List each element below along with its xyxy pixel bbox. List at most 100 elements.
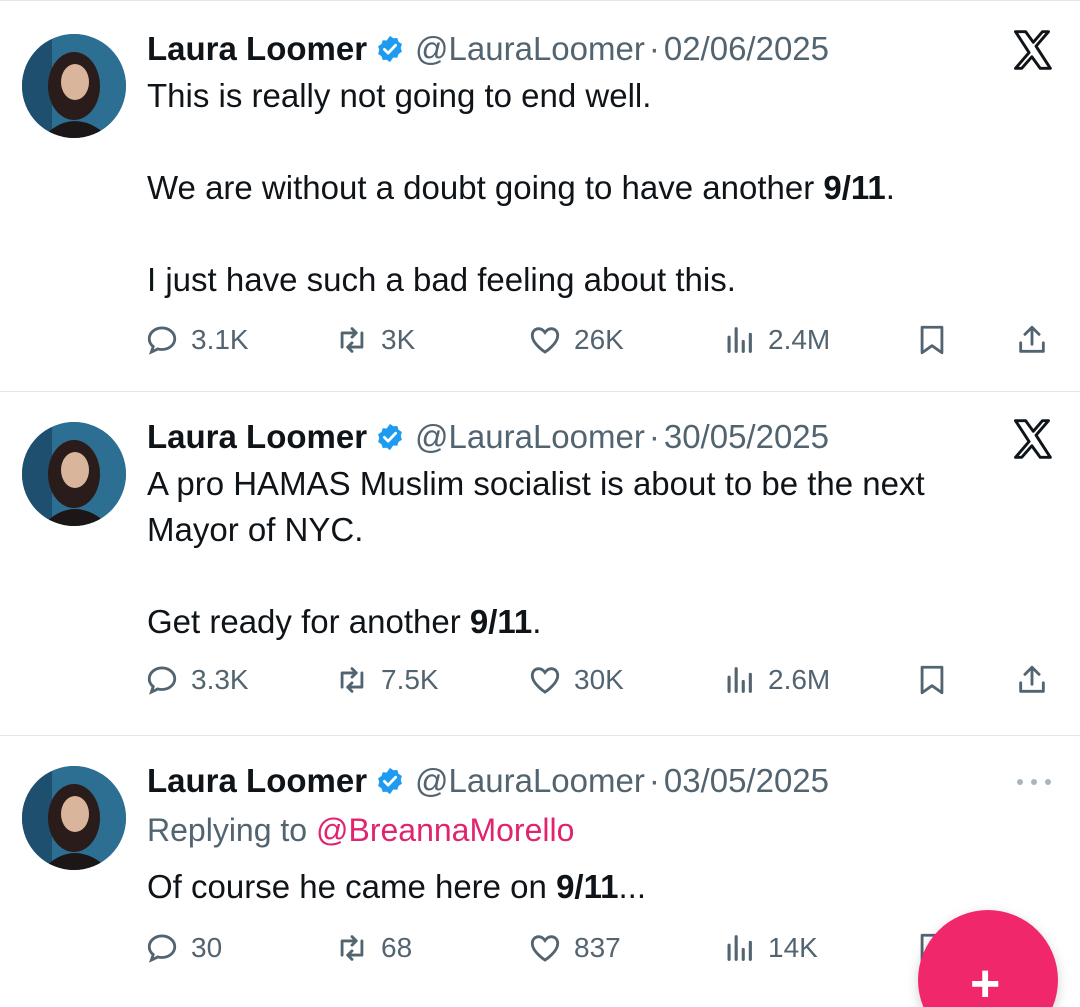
text-run: Of course he came here on [147, 868, 557, 905]
share-button[interactable] [1015, 658, 1049, 702]
like-count: 26K [574, 324, 624, 355]
tweet-feed: Laura Loomer @LauraLoomer · 02/06/2025 T… [0, 0, 1080, 1007]
reply-count: 3.3K [191, 664, 249, 695]
bookmark-icon [920, 325, 944, 355]
reply-mention-link[interactable]: @BreannaMorello [316, 812, 574, 848]
tweet-header: Laura Loomer @LauraLoomer · 03/05/2025 [147, 759, 970, 803]
reply-icon [147, 326, 177, 355]
text-run: . [532, 603, 542, 640]
author-handle[interactable]: @LauraLoomer [415, 30, 645, 68]
author-handle[interactable]: @LauraLoomer [415, 762, 645, 800]
tweet-header: Laura Loomer @LauraLoomer · 30/05/2025 [147, 415, 970, 459]
separator: · [648, 762, 660, 799]
verified-badge-icon [378, 767, 402, 795]
repost-button[interactable]: 68 [335, 926, 412, 970]
view-count: 14K [768, 932, 818, 963]
views-button[interactable]: 2.6M [722, 658, 830, 702]
views-button[interactable]: 14K [722, 926, 818, 970]
reply-button[interactable]: 3.1K [145, 318, 249, 362]
like-count: 30K [574, 664, 624, 695]
tweet-paragraph: This is really not going to end well. [147, 73, 1020, 119]
separator: · [648, 418, 660, 455]
tweet-date[interactable]: 30/05/2025 [664, 418, 829, 456]
avatar[interactable] [22, 766, 126, 870]
like-button[interactable]: 837 [528, 926, 621, 970]
tweet[interactable]: Laura Loomer @LauraLoomer · 02/06/2025 T… [0, 0, 1080, 392]
avatar[interactable] [22, 34, 126, 138]
text-run: A pro HAMAS Muslim socialist is about to… [147, 465, 925, 548]
repost-icon [340, 935, 364, 961]
views-icon [727, 667, 752, 693]
compose-plus-icon: + [970, 955, 1001, 1007]
bold-text: 9/11 [823, 169, 886, 206]
bookmark-button[interactable] [915, 318, 949, 362]
heart-icon [530, 935, 560, 962]
text-run: I just have such a bad feeling about thi… [147, 261, 736, 298]
share-icon [1019, 325, 1045, 353]
views-icon [727, 327, 752, 353]
paragraph-spacer [147, 553, 1020, 599]
bookmark-icon [920, 665, 944, 695]
tweet-paragraph: Of course he came here on 9/11... [147, 864, 1020, 910]
bold-text: 9/11 [469, 603, 533, 640]
views-icon [727, 935, 752, 961]
bookmark-button[interactable] [915, 658, 949, 702]
tweet-header: Laura Loomer @LauraLoomer · 02/06/2025 [147, 27, 970, 71]
paragraph-spacer [147, 211, 1020, 257]
text-run: ... [618, 868, 646, 905]
x-logo-icon [1014, 30, 1052, 70]
repost-count: 7.5K [381, 664, 439, 695]
tweet-date[interactable]: 03/05/2025 [664, 762, 829, 800]
author-handle[interactable]: @LauraLoomer [415, 418, 645, 456]
views-button[interactable]: 2.4M [722, 318, 830, 362]
action-bar: 3.3K 7.5K 30K 2.6M [145, 658, 1060, 702]
like-button[interactable]: 30K [528, 658, 624, 702]
repost-button[interactable]: 7.5K [335, 658, 439, 702]
repost-button[interactable]: 3K [335, 318, 415, 362]
view-count: 2.4M [768, 324, 831, 355]
repost-count: 3K [381, 324, 416, 355]
paragraph-spacer [147, 119, 1020, 165]
tweet-text: This is really not going to end well. We … [147, 73, 1020, 303]
avatar[interactable] [22, 422, 126, 526]
separator: · [648, 30, 660, 67]
share-icon [1019, 665, 1045, 693]
reply-icon [147, 666, 177, 695]
tweet[interactable]: Laura Loomer @LauraLoomer · 30/05/2025 A… [0, 392, 1080, 736]
tweet-paragraph: Get ready for another 9/11. [147, 599, 1020, 645]
like-button[interactable]: 26K [528, 318, 624, 362]
author-name[interactable]: Laura Loomer [147, 762, 367, 800]
reply-count: 30 [191, 932, 223, 963]
text-run: We are without a doubt going to have ano… [147, 169, 824, 206]
text-run: This is really not going to end well. [147, 77, 652, 114]
author-name[interactable]: Laura Loomer [147, 418, 367, 456]
tweet-paragraph: We are without a doubt going to have ano… [147, 165, 1020, 211]
heart-icon [530, 667, 560, 694]
repost-icon [340, 667, 364, 693]
reply-count: 3.1K [191, 324, 249, 355]
tweet-paragraph: I just have such a bad feeling about thi… [147, 257, 1020, 303]
reply-button[interactable]: 3.3K [145, 658, 249, 702]
more-icon[interactable] [1014, 775, 1054, 789]
reply-button[interactable]: 30 [145, 926, 222, 970]
action-bar: 3.1K 3K 26K 2.4M [145, 318, 1060, 362]
repost-icon [340, 327, 364, 353]
replying-to-label: Replying to [147, 812, 316, 848]
replying-to: Replying to @BreannaMorello [147, 812, 574, 849]
text-run: Get ready for another [147, 603, 470, 640]
share-button[interactable] [1015, 318, 1049, 362]
author-name[interactable]: Laura Loomer [147, 30, 367, 68]
tweet-paragraph: A pro HAMAS Muslim socialist is about to… [147, 461, 1020, 553]
reply-icon [147, 934, 177, 963]
tweet-date[interactable]: 02/06/2025 [664, 30, 829, 68]
view-count: 2.6M [768, 664, 831, 695]
bold-text: 9/11 [556, 868, 619, 905]
heart-icon [530, 327, 560, 354]
x-logo-icon [1014, 419, 1052, 459]
verified-badge-icon [378, 423, 402, 451]
tweet-text: A pro HAMAS Muslim socialist is about to… [147, 461, 1020, 645]
tweet-text: Of course he came here on 9/11... [147, 864, 1020, 910]
text-run: . [885, 169, 895, 206]
tweet[interactable]: Laura Loomer @LauraLoomer · 03/05/2025 R… [0, 736, 1080, 1007]
repost-count: 68 [381, 932, 413, 963]
